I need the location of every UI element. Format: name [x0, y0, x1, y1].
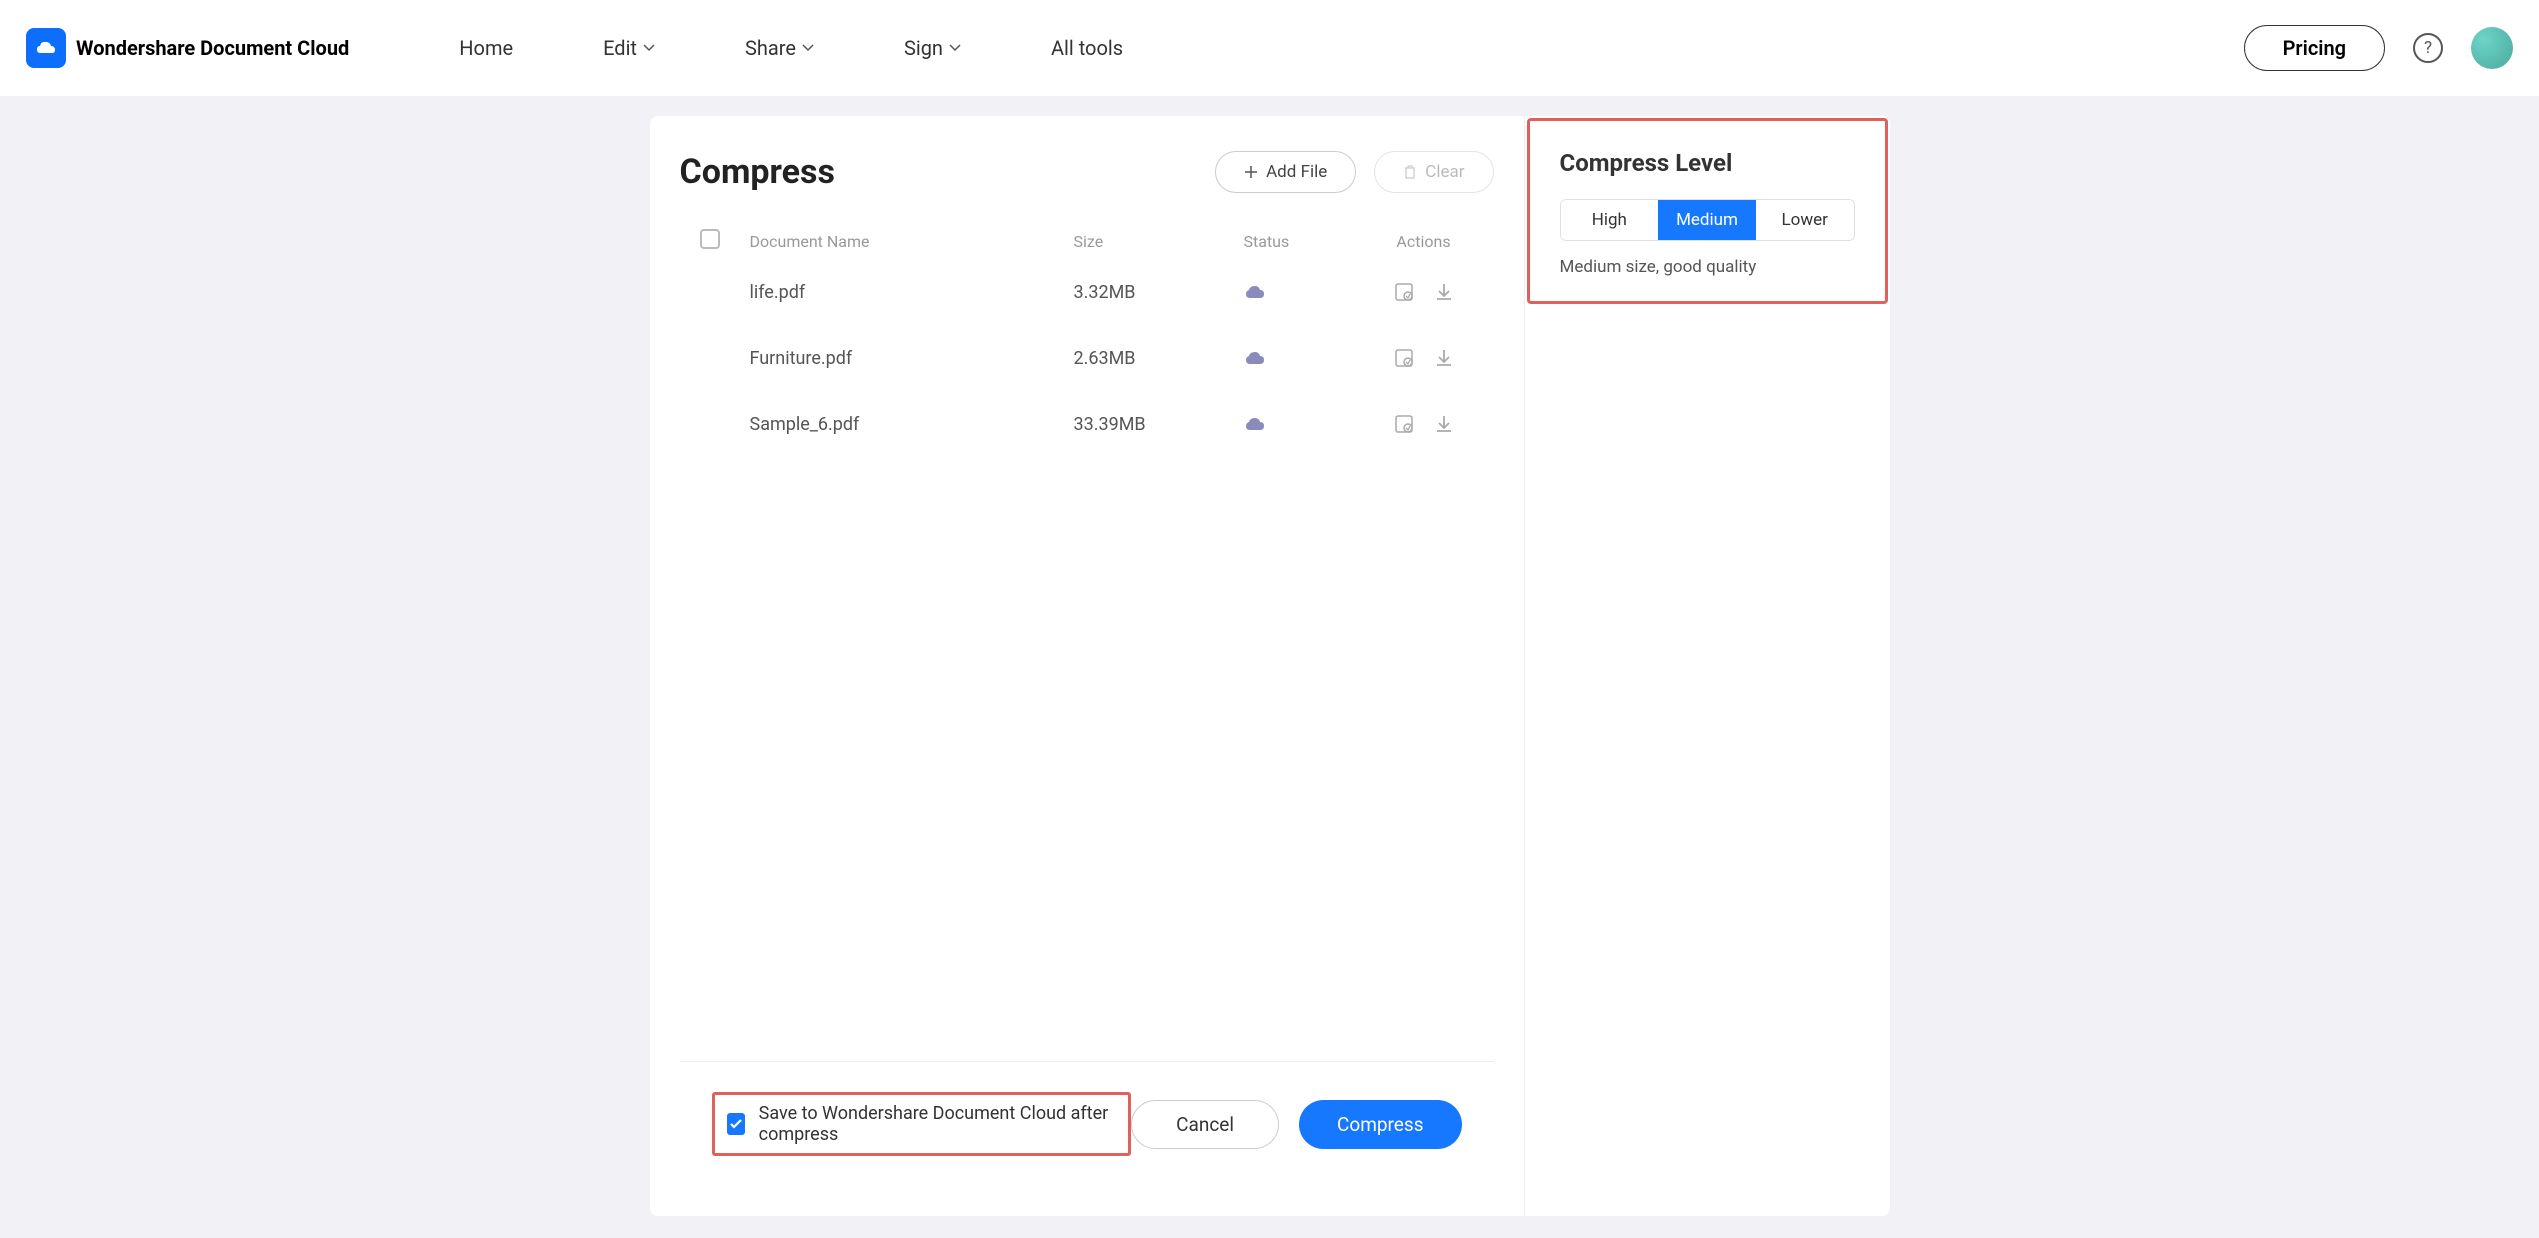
plus-icon [1244, 165, 1258, 179]
nav-all-tools-label: All tools [1051, 36, 1123, 60]
nav-home[interactable]: Home [459, 36, 513, 60]
save-checkbox[interactable] [727, 1113, 745, 1135]
download-icon[interactable] [1433, 347, 1455, 369]
table-header: Document Name Size Status Actions [680, 223, 1494, 259]
col-header-size: Size [1074, 232, 1244, 251]
save-as-icon[interactable] [1393, 281, 1415, 303]
level-medium[interactable]: Medium [1658, 200, 1756, 240]
compress-button[interactable]: Compress [1299, 1100, 1461, 1149]
clear-button: Clear [1374, 151, 1493, 193]
level-description: Medium size, good quality [1560, 257, 1855, 277]
cancel-button[interactable]: Cancel [1131, 1100, 1279, 1149]
page-body: Compress Add File Clear Document Name Si… [0, 96, 2539, 1216]
file-name: Sample_6.pdf [750, 414, 1074, 435]
footer-buttons: Cancel Compress [1131, 1100, 1461, 1149]
help-icon[interactable]: ? [2413, 33, 2443, 63]
clear-label: Clear [1425, 162, 1464, 182]
header-buttons: Add File Clear [1215, 151, 1493, 193]
brand-text: Wondershare Document Cloud [76, 36, 349, 60]
file-size: 3.32MB [1074, 282, 1244, 303]
app-header: Wondershare Document Cloud Home Edit Sha… [0, 0, 2539, 96]
nav-all-tools[interactable]: All tools [1051, 36, 1123, 60]
panel-header: Compress Add File Clear [680, 151, 1494, 193]
add-file-button[interactable]: Add File [1215, 151, 1356, 193]
level-group: High Medium Lower [1560, 199, 1855, 241]
download-icon[interactable] [1433, 413, 1455, 435]
file-name: life.pdf [750, 282, 1074, 303]
nav-edit-label: Edit [603, 36, 637, 60]
compress-level-box: Compress Level High Medium Lower Medium … [1527, 118, 1888, 304]
save-to-cloud-box: Save to Wondershare Document Cloud after… [712, 1092, 1132, 1156]
save-as-icon[interactable] [1393, 347, 1415, 369]
cloud-icon [1244, 416, 1374, 432]
user-avatar[interactable] [2471, 27, 2513, 69]
chevron-down-icon [949, 44, 961, 52]
cloud-icon [1244, 284, 1374, 300]
download-icon[interactable] [1433, 281, 1455, 303]
file-size: 33.39MB [1074, 414, 1244, 435]
level-high[interactable]: High [1561, 200, 1659, 240]
chevron-down-icon [802, 44, 814, 52]
cloud-icon [1244, 350, 1374, 366]
nav-sign[interactable]: Sign [904, 36, 961, 60]
level-lower[interactable]: Lower [1756, 200, 1854, 240]
trash-icon [1403, 164, 1417, 180]
compress-level-title: Compress Level [1560, 149, 1855, 177]
col-header-name: Document Name [750, 232, 1074, 251]
add-file-label: Add File [1266, 162, 1327, 182]
logo-icon [26, 28, 66, 68]
footer-bar: Save to Wondershare Document Cloud after… [680, 1061, 1494, 1186]
table-row: Furniture.pdf 2.63MB [680, 325, 1494, 391]
nav-share-label: Share [745, 36, 796, 60]
nav-home-label: Home [459, 36, 513, 60]
main-container: Compress Add File Clear Document Name Si… [650, 116, 1890, 1216]
select-all-checkbox[interactable] [700, 229, 720, 249]
file-name: Furniture.pdf [750, 348, 1074, 369]
nav-share[interactable]: Share [745, 36, 814, 60]
table-row: life.pdf 3.32MB [680, 259, 1494, 325]
save-label: Save to Wondershare Document Cloud after… [759, 1103, 1117, 1145]
col-header-status: Status [1244, 232, 1374, 251]
left-panel: Compress Add File Clear Document Name Si… [650, 116, 1525, 1216]
save-as-icon[interactable] [1393, 413, 1415, 435]
table-row: Sample_6.pdf 33.39MB [680, 391, 1494, 457]
right-panel: Compress Level High Medium Lower Medium … [1525, 116, 1890, 1216]
page-title: Compress [680, 152, 835, 192]
brand-area[interactable]: Wondershare Document Cloud [26, 28, 349, 68]
col-header-actions: Actions [1374, 232, 1474, 251]
nav-edit[interactable]: Edit [603, 36, 655, 60]
file-size: 2.63MB [1074, 348, 1244, 369]
header-right: Pricing ? [2244, 25, 2513, 71]
pricing-button[interactable]: Pricing [2244, 25, 2385, 71]
chevron-down-icon [643, 44, 655, 52]
main-nav: Home Edit Share Sign All tools [459, 36, 1123, 60]
nav-sign-label: Sign [904, 36, 943, 60]
